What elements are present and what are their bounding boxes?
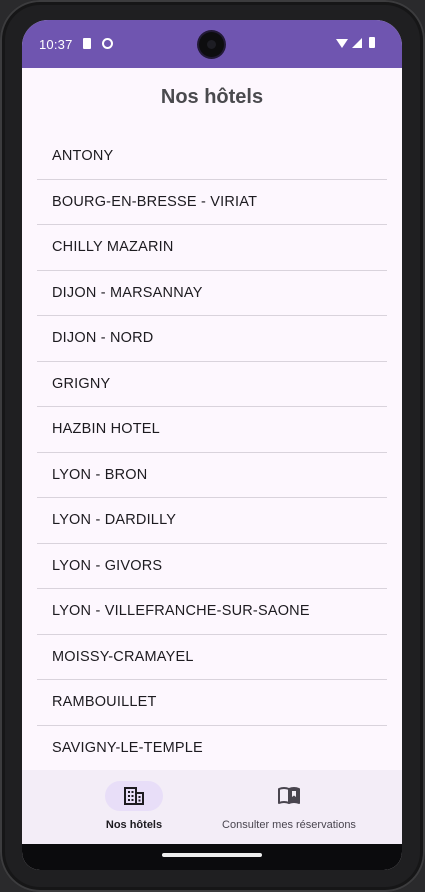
status-bar: 10:37: [22, 20, 402, 68]
hotel-list-item[interactable]: LYON - GIVORS: [37, 544, 387, 589]
hotel-list-item[interactable]: BOURG-EN-BRESSE - VIRIAT: [37, 180, 387, 225]
sim-card-icon: [83, 38, 91, 49]
page-title: Nos hôtels: [160, 86, 264, 108]
hotel-list: ANTONY BOURG-EN-BRESSE - VIRIAT CHILLY M…: [37, 134, 387, 770]
nav-tab-hotels[interactable]: Nos hôtels: [84, 770, 184, 844]
wifi-icon: [336, 39, 348, 48]
status-time: 10:37: [39, 37, 73, 52]
app-screen: 10:37 Nos hôtels ANTONY BOURG-EN-BRESSE …: [22, 20, 402, 870]
hotel-list-item[interactable]: DIJON - MARSANNAY: [37, 271, 387, 316]
hotel-list-item[interactable]: SAVIGNY-LE-TEMPLE: [37, 726, 387, 771]
hotel-list-item[interactable]: CHILLY MAZARIN: [37, 225, 387, 271]
open-book-icon: [278, 785, 300, 807]
hotel-list-item[interactable]: DIJON - NORD: [37, 316, 387, 362]
nav-tab-hotels-label: Nos hôtels: [105, 819, 163, 831]
hotel-list-item[interactable]: LYON - DARDILLY: [37, 498, 387, 544]
hotel-list-item[interactable]: HAZBIN HOTEL: [37, 407, 387, 453]
front-camera: [199, 32, 224, 57]
battery-icon: [369, 37, 375, 48]
hotel-building-icon: [123, 785, 145, 807]
home-gesture-handle[interactable]: [162, 853, 262, 857]
bottom-navigation-bar: Nos hôtels Consulter mes réservations: [22, 770, 402, 844]
hotel-list-item[interactable]: MOISSY-CRAMAYEL: [37, 635, 387, 680]
system-navigation-area: [22, 844, 402, 870]
hotel-list-item[interactable]: ANTONY: [37, 134, 387, 180]
hotel-list-item[interactable]: RAMBOUILLET: [37, 680, 387, 726]
nav-tab-reservations[interactable]: Consulter mes réservations: [208, 770, 370, 844]
nav-tab-reservations-label: Consulter mes réservations: [222, 819, 356, 831]
sync-icon: [102, 38, 113, 49]
hotel-list-item[interactable]: GRIGNY: [37, 362, 387, 407]
hotel-list-item[interactable]: LYON - BRON: [37, 453, 387, 498]
hotel-list-item[interactable]: LYON - VILLEFRANCHE-SUR-SAONE: [37, 589, 387, 635]
cell-signal-icon: [352, 38, 362, 48]
